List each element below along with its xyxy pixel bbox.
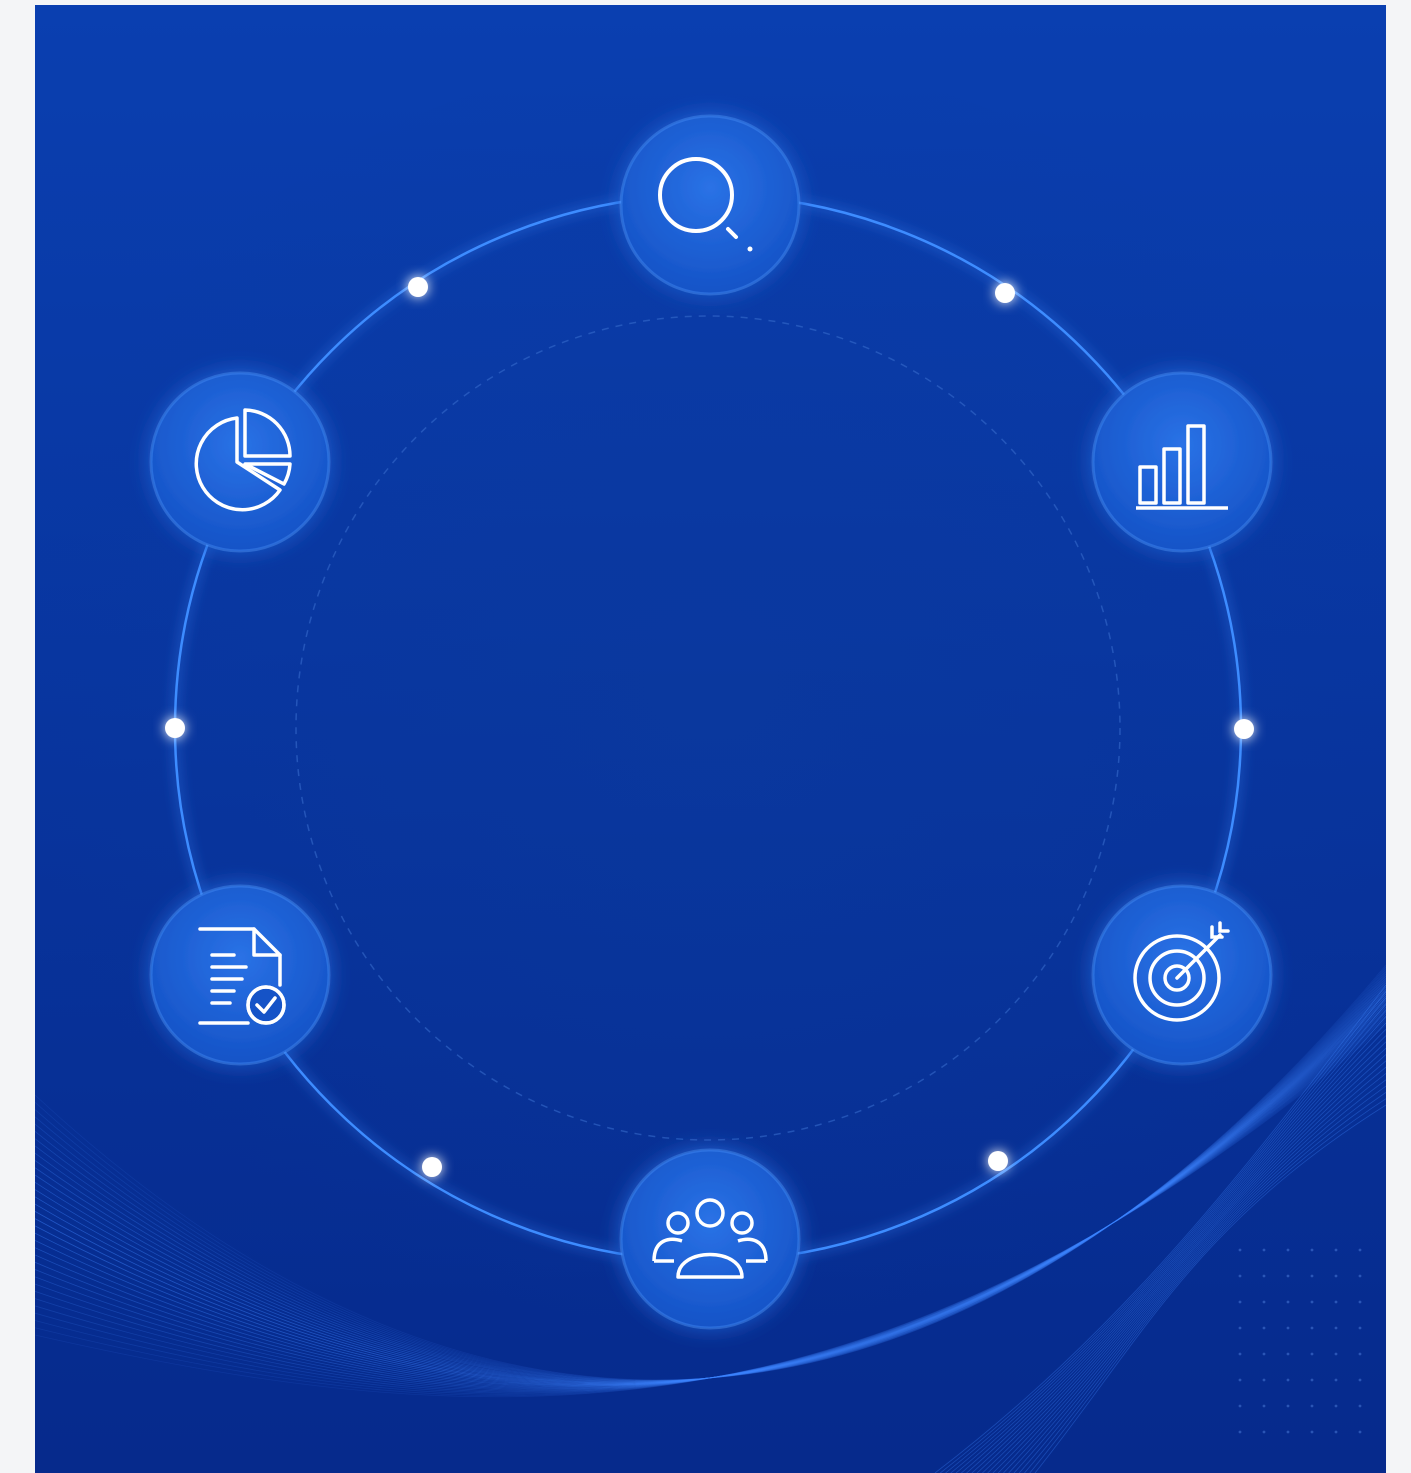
grid-dot — [1310, 1274, 1314, 1278]
grid-dot — [1238, 1274, 1242, 1278]
grid-dot — [1286, 1352, 1290, 1356]
grid-dot — [1262, 1404, 1266, 1408]
grid-dot — [1334, 1352, 1338, 1356]
grid-dot — [1238, 1248, 1242, 1252]
grid-dot — [1358, 1404, 1362, 1408]
grid-dot — [1286, 1378, 1290, 1382]
grid-dot — [1358, 1248, 1362, 1252]
grid-dot — [1334, 1248, 1338, 1252]
grid-dot — [1238, 1378, 1242, 1382]
grid-dot — [1334, 1430, 1338, 1434]
node-pie-chart — [149, 371, 331, 553]
grid-dot — [1286, 1274, 1290, 1278]
grid-dot — [1262, 1248, 1266, 1252]
connector-dot — [165, 718, 185, 738]
node-team — [619, 1148, 801, 1330]
grid-dot — [1358, 1274, 1362, 1278]
grid-dot — [1262, 1352, 1266, 1356]
connector-dot — [995, 283, 1015, 303]
node-document — [149, 884, 331, 1066]
grid-dot — [1310, 1404, 1314, 1408]
grid-dot — [1238, 1404, 1242, 1408]
grid-dot — [1310, 1352, 1314, 1356]
grid-dot — [1286, 1430, 1290, 1434]
grid-dot — [1238, 1300, 1242, 1304]
node-bar-chart — [1091, 371, 1273, 553]
grid-dot — [1238, 1430, 1242, 1434]
grid-dot — [1310, 1430, 1314, 1434]
grid-dot — [1262, 1326, 1266, 1330]
node-search — [619, 114, 801, 296]
grid-dot — [1358, 1378, 1362, 1382]
grid-dot — [1334, 1326, 1338, 1330]
grid-dot — [1238, 1352, 1242, 1356]
grid-dot — [1310, 1300, 1314, 1304]
connector-dot — [988, 1151, 1008, 1171]
grid-dot — [1286, 1300, 1290, 1304]
grid-dot — [1358, 1352, 1362, 1356]
grid-dot — [1334, 1300, 1338, 1304]
node-target — [1091, 884, 1273, 1066]
connector-dot — [1234, 719, 1254, 739]
grid-dot — [1358, 1300, 1362, 1304]
diagram-panel — [35, 5, 1386, 1473]
grid-dot — [1334, 1274, 1338, 1278]
grid-dot — [1358, 1430, 1362, 1434]
grid-dot — [1310, 1378, 1314, 1382]
grid-dot — [1286, 1326, 1290, 1330]
grid-dot — [1334, 1404, 1338, 1408]
grid-dot — [1262, 1430, 1266, 1434]
grid-dot — [1262, 1378, 1266, 1382]
grid-dot — [1238, 1326, 1242, 1330]
grid-dot — [1286, 1404, 1290, 1408]
grid-dot — [1262, 1274, 1266, 1278]
grid-dot — [1310, 1326, 1314, 1330]
cycle-diagram — [35, 5, 1386, 1473]
grid-dot — [1310, 1248, 1314, 1252]
grid-dot — [1334, 1378, 1338, 1382]
grid-dot — [1262, 1300, 1266, 1304]
grid-dot — [1286, 1248, 1290, 1252]
connector-dot — [422, 1157, 442, 1177]
grid-dot — [1358, 1326, 1362, 1330]
connector-dot — [408, 277, 428, 297]
